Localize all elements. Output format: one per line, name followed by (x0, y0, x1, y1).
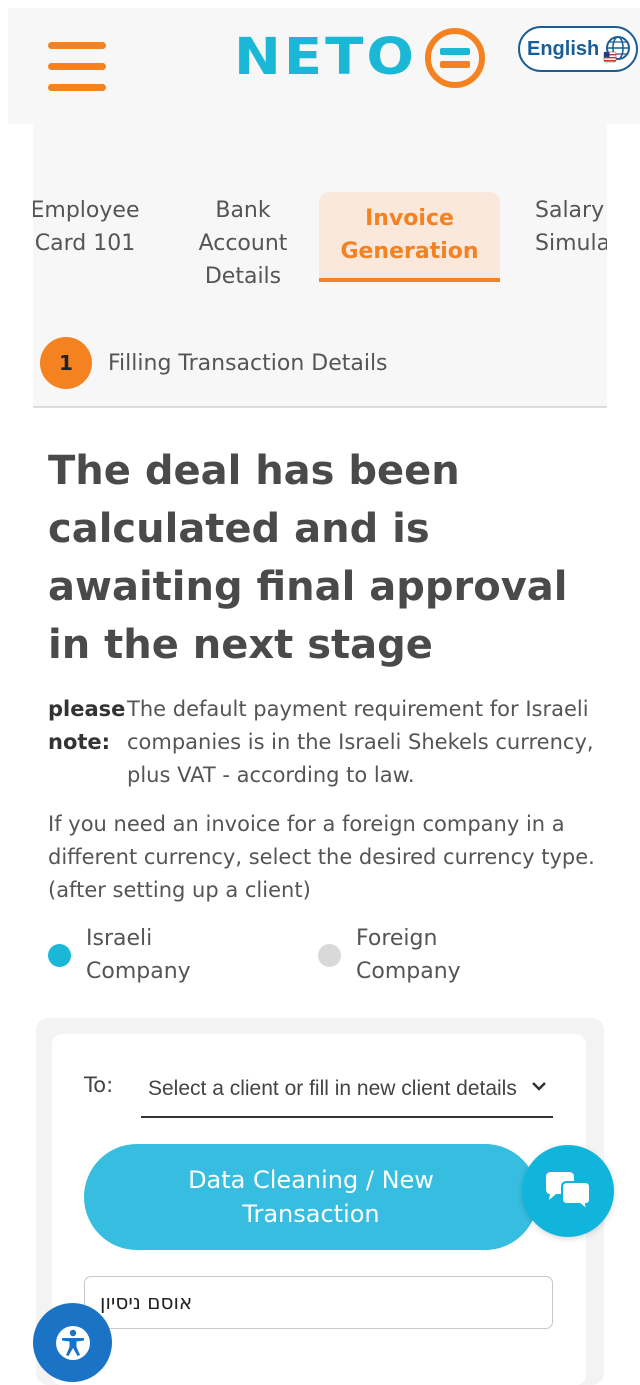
radio-selected-icon[interactable] (48, 944, 71, 967)
section-tabs: Employee Card 101 Bank Account Details I… (33, 124, 607, 320)
chevron-down-icon (532, 1082, 546, 1091)
step-number-badge: 1 (40, 337, 92, 389)
tab-label: Card 101 (34, 231, 136, 256)
tab-label: Employee (33, 198, 140, 223)
tab-label: Account (198, 231, 288, 256)
site-header: NETO English (8, 8, 640, 124)
tab-bank-account[interactable]: Bank Account Details (185, 194, 301, 293)
neto-logo[interactable]: NETO (234, 26, 487, 90)
language-label: English (527, 37, 600, 60)
page-title: The deal has been calculated and is awai… (48, 448, 568, 668)
radio-label: Foreign Company (356, 926, 461, 984)
vat-note: please note: The default payment require… (48, 693, 608, 792)
client-select-placeholder: Select a client or fill in new client de… (148, 1077, 517, 1100)
foreign-currency-hint: If you need an invoice for a foreign com… (48, 812, 595, 902)
radio-israeli-company[interactable]: Israeli Company (48, 922, 216, 988)
note-label: please note: (48, 697, 126, 754)
company-type-radio-group: Israeli Company Foreign Company (48, 922, 608, 992)
new-transaction-button[interactable]: Data Cleaning / New Transaction (84, 1144, 538, 1250)
radio-foreign-company[interactable]: Foreign Company (318, 922, 486, 988)
radio-unselected-icon[interactable] (318, 944, 341, 967)
client-select[interactable]: Select a client or fill in new client de… (141, 1062, 553, 1118)
accessibility-button[interactable] (33, 1303, 112, 1382)
note-text: The default payment requirement for Isra… (127, 697, 594, 787)
logo-text: NETO (234, 28, 417, 87)
tab-label: Simulat (535, 231, 607, 256)
to-label: To: (84, 1073, 114, 1097)
logo-equals-icon (424, 28, 485, 88)
menu-icon[interactable] (48, 42, 106, 94)
us-flag-icon (603, 51, 617, 63)
tab-label: Details (204, 264, 282, 289)
tab-label: Invoice (365, 206, 454, 231)
accessibility-icon (55, 1325, 90, 1360)
tab-employee-card[interactable]: Employee Card 101 (33, 194, 145, 260)
client-name-value: אוסם ניסיון (100, 1290, 193, 1314)
globe-icon (603, 36, 631, 63)
radio-label: Israeli Company (86, 926, 191, 984)
step-indicator: 1 Filling Transaction Details (33, 320, 607, 408)
tab-label: Generation (340, 239, 479, 264)
step-label: Filling Transaction Details (108, 350, 388, 376)
tab-salary-simulator[interactable]: Salary Simulat (527, 194, 607, 260)
tab-label: Bank (215, 198, 271, 223)
tab-invoice-generation[interactable]: Invoice Generation (319, 192, 500, 282)
chat-bubbles-icon (546, 1172, 591, 1213)
chat-button[interactable] (522, 1145, 614, 1237)
tab-label: Salary (535, 198, 605, 223)
language-switcher[interactable]: English (518, 26, 638, 72)
